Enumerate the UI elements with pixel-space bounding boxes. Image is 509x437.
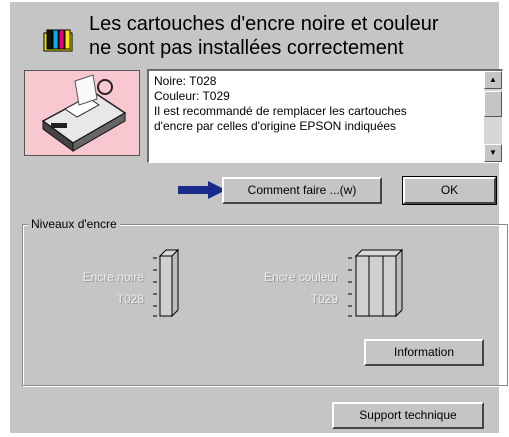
black-ink-name: Encre noire xyxy=(82,270,144,284)
scroll-thumb[interactable] xyxy=(484,91,502,117)
ink-levels-label: Niveaux d'encre xyxy=(28,216,120,232)
ink-cartridges-icon xyxy=(43,29,73,52)
title-line-1: Les cartouches d'encre noire et couleur xyxy=(89,13,439,35)
message-text: Noire: T028 Couleur: T029 Il est recomma… xyxy=(154,74,407,133)
scroll-up-button[interactable]: ▲ xyxy=(484,71,502,89)
black-ink-tank xyxy=(153,248,180,318)
arrow-right-icon xyxy=(178,181,226,199)
ink-warning-dialog: Les cartouches d'encre noire et couleur … xyxy=(10,2,508,433)
color-ink-name: Encre couleur xyxy=(263,270,338,284)
dialog-title: Les cartouches d'encre noire et couleur … xyxy=(89,12,439,60)
support-button[interactable]: Support technique xyxy=(332,402,484,429)
printer-icon xyxy=(41,74,127,152)
ok-button[interactable]: OK xyxy=(402,176,497,205)
black-ink-code: T028 xyxy=(116,292,144,306)
color-ink-tank xyxy=(348,248,404,318)
title-line-2: ne sont pas installées correctement xyxy=(89,37,404,59)
color-ink-code: T029 xyxy=(310,292,338,306)
color-ink-label: Encre couleur T029 xyxy=(232,270,338,306)
black-ink-label: Encre noire T028 xyxy=(56,270,144,306)
scroll-down-button[interactable]: ▼ xyxy=(484,144,502,162)
message-textbox[interactable]: Noire: T028 Couleur: T029 Il est recomma… xyxy=(147,69,503,163)
printer-image xyxy=(24,70,140,156)
how-to-button[interactable]: Comment faire ...(w) xyxy=(222,177,382,204)
information-button[interactable]: Information xyxy=(364,339,484,366)
vertical-scrollbar[interactable]: ▲ ▼ xyxy=(484,71,502,162)
